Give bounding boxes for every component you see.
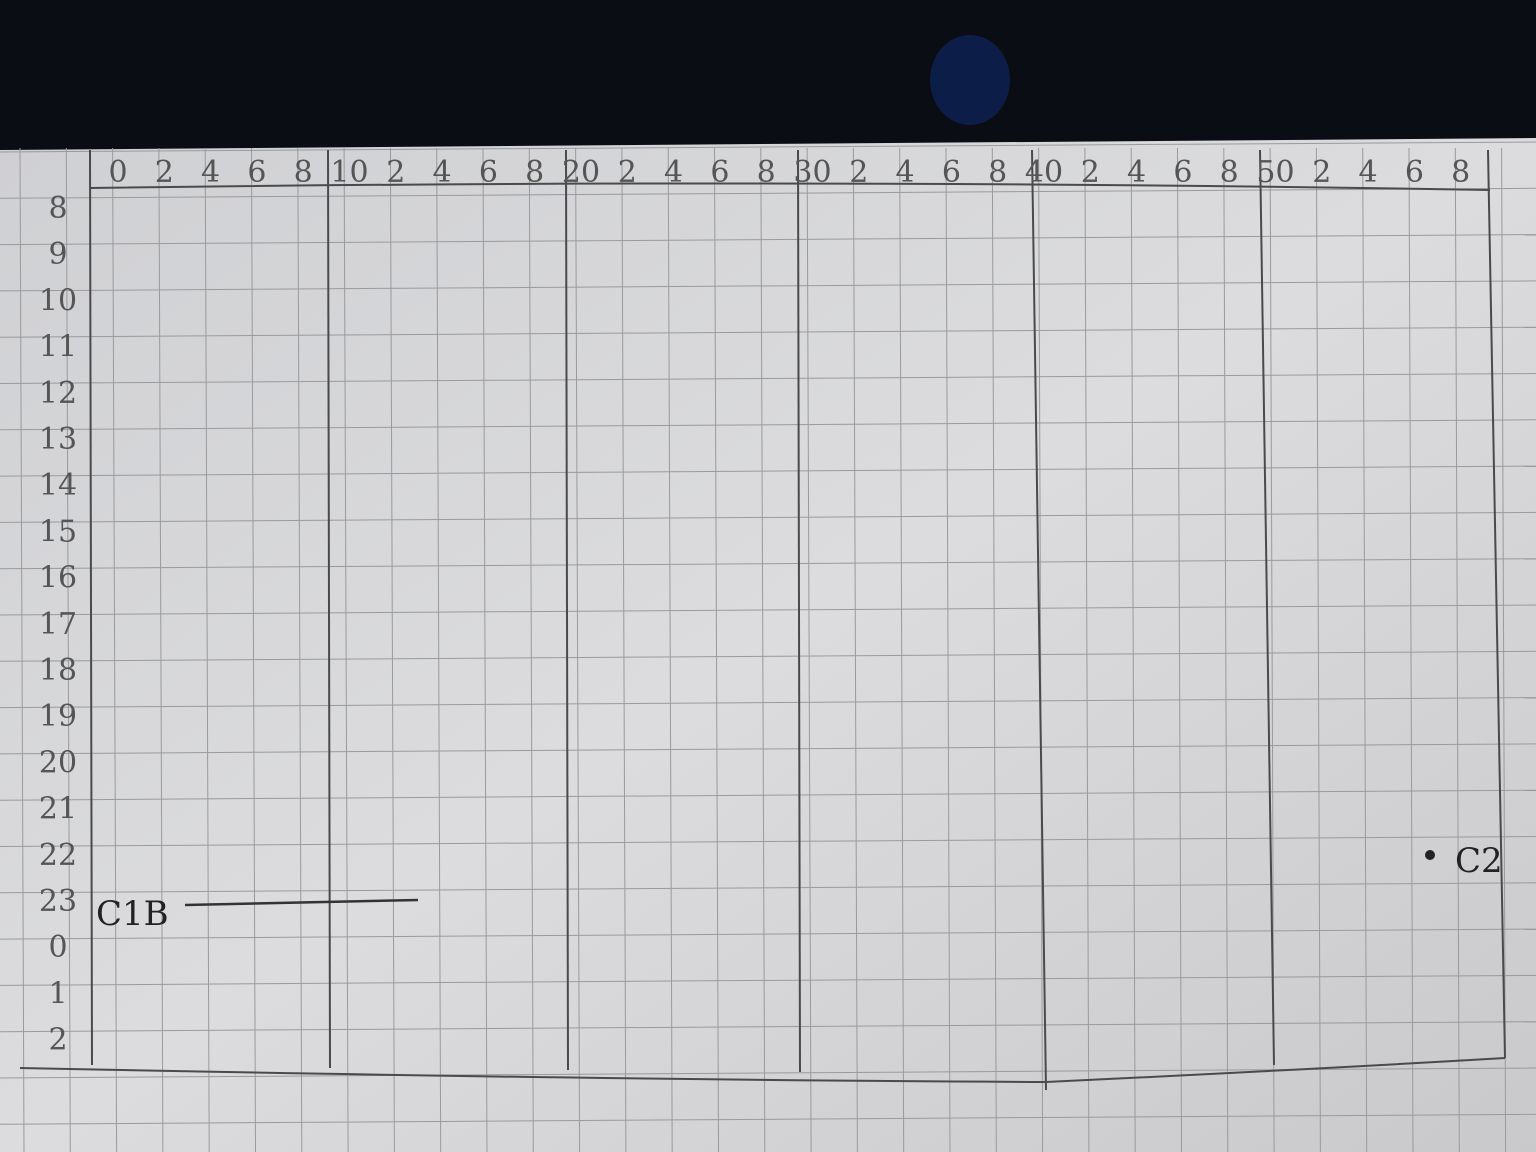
minute-label: 6: [710, 155, 729, 190]
hour-label: 20: [39, 745, 77, 780]
hour-label: 1: [48, 976, 67, 1011]
hour-label: 10: [39, 283, 77, 318]
left-mark-label: C1B: [96, 894, 169, 934]
minute-label: 2: [849, 155, 868, 190]
minute-label: 2: [618, 155, 637, 190]
minute-label: 2: [155, 155, 174, 190]
minute-label: 30: [793, 155, 831, 190]
minute-label: 8: [757, 155, 776, 190]
minute-label: 4: [433, 155, 452, 190]
minute-label: 2: [386, 155, 405, 190]
minute-label: 6: [1173, 155, 1192, 190]
minute-label: 10: [330, 155, 368, 190]
hour-label: 14: [39, 468, 77, 503]
minute-label: 0: [108, 155, 127, 190]
hour-label: 12: [39, 376, 77, 411]
minute-label: 4: [664, 155, 683, 190]
minute-label: 20: [562, 155, 600, 190]
hour-label: 23: [39, 884, 77, 919]
hour-label: 11: [39, 330, 77, 365]
minute-label: 50: [1256, 155, 1294, 190]
minute-label: 4: [1359, 155, 1378, 190]
hour-label: 18: [39, 653, 77, 688]
hour-label: 13: [39, 422, 77, 457]
minute-label: 4: [1127, 155, 1146, 190]
minute-label: 8: [525, 155, 544, 190]
minute-label: 8: [1451, 155, 1470, 190]
hour-label: 8: [48, 191, 67, 226]
minute-label: 6: [1405, 155, 1424, 190]
minute-label: 2: [1312, 155, 1331, 190]
graph-paper-sheet: 0 2 4 6 8 10 2 4 6 8 20 2 4 6 8 30 2 4 6 8 40 2 4 6 8 50 2 4 6 8 8910…: [0, 0, 1536, 1152]
hour-label: 15: [39, 514, 77, 549]
dark-background: [0, 0, 1536, 150]
minute-label: 8: [988, 155, 1007, 190]
minute-label: 2: [1081, 155, 1100, 190]
minute-label: 40: [1025, 155, 1063, 190]
hour-label: 17: [39, 607, 77, 642]
minute-label: 8: [1220, 155, 1239, 190]
hour-label: 0: [48, 930, 67, 965]
hour-label: 9: [48, 237, 67, 272]
right-mark-label: C2: [1455, 841, 1503, 881]
minute-label: 4: [896, 155, 915, 190]
event-dot: [1425, 850, 1435, 860]
minute-label: 6: [942, 155, 961, 190]
hour-label: 16: [39, 561, 77, 596]
minute-label: 6: [247, 155, 266, 190]
hour-label: 19: [39, 699, 77, 734]
hour-label: 22: [39, 838, 77, 873]
hour-label: 21: [39, 792, 77, 827]
minute-label: 4: [201, 155, 220, 190]
minute-label: 6: [479, 155, 498, 190]
hour-label: 2: [48, 1023, 67, 1058]
paper: [0, 138, 1536, 1152]
minute-label: 8: [294, 155, 313, 190]
blue-object: [930, 35, 1010, 125]
